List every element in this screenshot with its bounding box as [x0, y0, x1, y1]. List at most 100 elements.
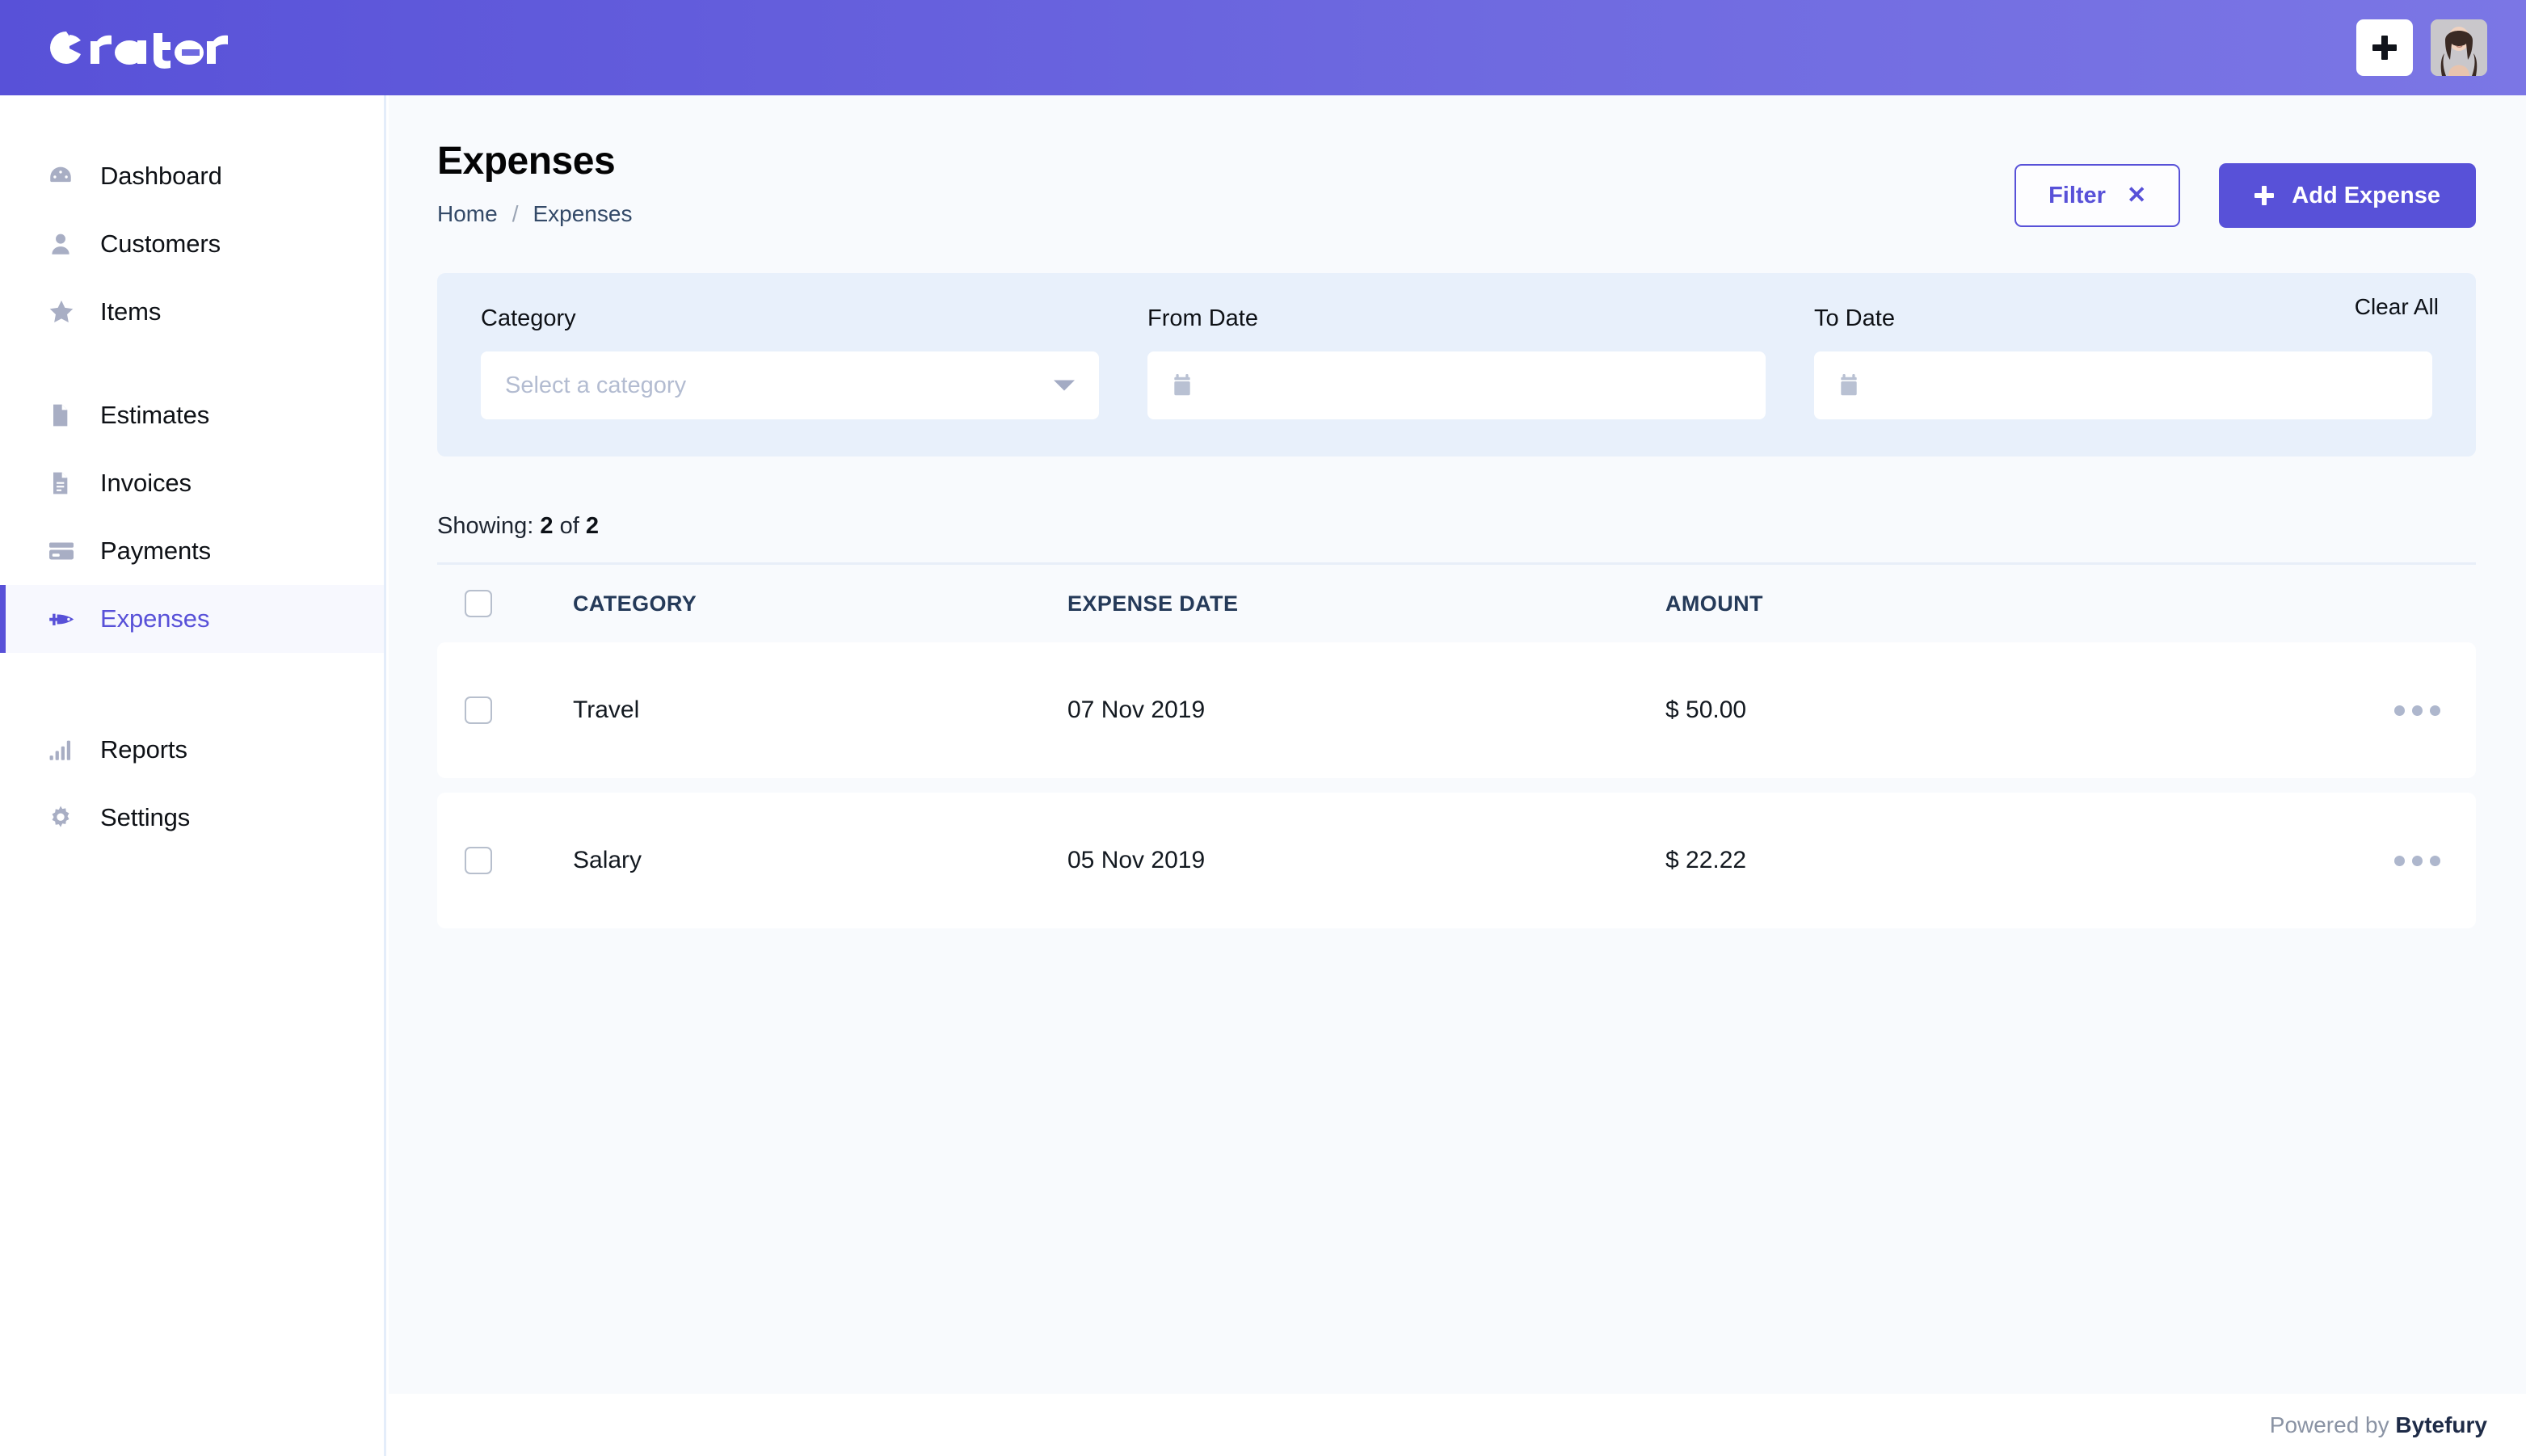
credit-card-icon: [47, 537, 82, 566]
row-more-options-icon[interactable]: [2386, 848, 2448, 874]
sidebar-item-invoices[interactable]: Invoices: [0, 449, 384, 517]
select-all-cell: [465, 590, 573, 617]
page-title: Expenses: [437, 140, 616, 183]
plus-icon: [2372, 36, 2397, 60]
showing-count: 2: [540, 513, 554, 539]
topbar-actions: [2356, 19, 2487, 76]
sidebar-item-label: Customers: [100, 229, 221, 258]
page-footer: Powered by Bytefury: [389, 1394, 2526, 1456]
row-amount: $ 50.00: [1665, 696, 1747, 723]
showing-prefix: Showing:: [437, 513, 534, 539]
breadcrumb-current: Expenses: [533, 200, 633, 226]
rocket-icon: [47, 604, 82, 634]
dashboard-icon: [47, 162, 82, 190]
row-amount: $ 22.22: [1665, 847, 1747, 873]
column-header-expense-date[interactable]: EXPENSE DATE: [1067, 591, 1665, 616]
sidebar-item-customers[interactable]: Customers: [0, 210, 384, 278]
sidebar-item-label: Expenses: [100, 604, 210, 633]
sidebar-item-label: Payments: [100, 537, 212, 565]
sidebar-group-billing: Estimates Invoices Payments Expenses: [0, 381, 384, 653]
filter-panel: Clear All Category Select a category Fro…: [437, 273, 2476, 457]
table-row[interactable]: Salary 05 Nov 2019 $ 22.22: [437, 793, 2476, 928]
category-select[interactable]: Select a category: [481, 351, 1099, 419]
select-all-checkbox[interactable]: [465, 590, 492, 617]
filter-field-category: Category Select a category: [481, 305, 1099, 419]
sidebar-item-label: Invoices: [100, 469, 192, 497]
sidebar-item-payments[interactable]: Payments: [0, 517, 384, 585]
footer-company[interactable]: Bytefury: [2395, 1412, 2487, 1437]
filter-button[interactable]: Filter ✕: [2014, 164, 2181, 227]
row-select-cell: [465, 847, 573, 874]
row-actions-cell: [2343, 697, 2448, 724]
plus-icon: [2254, 186, 2275, 205]
row-expense-date: 05 Nov 2019: [1067, 847, 1206, 873]
row-more-options-icon[interactable]: [2386, 697, 2448, 724]
breadcrumb-home[interactable]: Home: [437, 201, 498, 227]
from-date-label: From Date: [1147, 305, 1258, 331]
row-select-cell: [465, 696, 573, 724]
footer-powered-by: Powered by: [2269, 1412, 2396, 1437]
showing-count-text: Showing: 2 of 2: [437, 513, 2476, 565]
user-icon: [47, 230, 82, 258]
filter-field-from-date: From Date: [1147, 305, 1766, 419]
to-date-input[interactable]: [1814, 351, 2432, 419]
table-header-row: CATEGORY EXPENSE DATE AMOUNT: [437, 565, 2476, 642]
filter-button-label: Filter: [2048, 182, 2106, 208]
avatar[interactable]: [2431, 19, 2487, 76]
row-actions-cell: [2343, 848, 2448, 874]
calendar-icon: [1172, 374, 1193, 397]
sidebar-item-settings[interactable]: Settings: [0, 784, 384, 852]
sidebar-item-expenses[interactable]: Expenses: [0, 585, 384, 653]
sidebar-group-system: Reports Settings: [0, 716, 384, 852]
table-row[interactable]: Travel 07 Nov 2019 $ 50.00: [437, 642, 2476, 778]
sidebar-item-label: Dashboard: [100, 162, 222, 190]
clear-all-button[interactable]: Clear All: [2355, 294, 2439, 320]
page-header-left: Expenses Home / Expenses: [437, 140, 632, 227]
add-expense-label: Add Expense: [2292, 182, 2440, 208]
sidebar: Dashboard Customers Items Estimates Invo…: [0, 95, 386, 1456]
quick-add-button[interactable]: [2356, 19, 2413, 76]
sidebar-item-reports[interactable]: Reports: [0, 716, 384, 784]
row-category: Travel: [573, 696, 640, 723]
footer-credit: Powered by Bytefury: [2270, 1412, 2487, 1438]
sidebar-divider-2: [0, 653, 384, 716]
gear-icon: [47, 804, 82, 831]
sidebar-item-items[interactable]: Items: [0, 278, 384, 346]
top-header-bar: [0, 0, 2526, 95]
category-placeholder: Select a category: [505, 372, 687, 398]
chevron-down-icon: [1054, 380, 1075, 391]
document-icon: [47, 402, 82, 428]
bar-chart-icon: [47, 736, 82, 764]
page-header: Expenses Home / Expenses Filter ✕ Add Ex…: [389, 95, 2526, 228]
row-checkbox[interactable]: [465, 847, 492, 874]
avatar-image: [2431, 19, 2487, 76]
breadcrumb-separator: /: [512, 200, 519, 226]
breadcrumb: Home / Expenses: [437, 201, 632, 227]
row-checkbox[interactable]: [465, 696, 492, 724]
main-content: Expenses Home / Expenses Filter ✕ Add Ex…: [389, 95, 2526, 1394]
filter-field-to-date: To Date: [1814, 305, 2432, 419]
category-label: Category: [481, 305, 576, 331]
sidebar-item-label: Reports: [100, 735, 187, 764]
from-date-input[interactable]: [1147, 351, 1766, 419]
sidebar-divider-1: [0, 346, 384, 381]
column-header-category[interactable]: CATEGORY: [573, 591, 1067, 616]
add-expense-button[interactable]: Add Expense: [2219, 163, 2476, 228]
row-category: Salary: [573, 847, 642, 873]
to-date-label: To Date: [1814, 305, 1895, 331]
page-header-actions: Filter ✕ Add Expense: [2014, 163, 2476, 228]
crater-logo[interactable]: [45, 20, 231, 75]
sidebar-item-estimates[interactable]: Estimates: [0, 381, 384, 449]
column-header-amount[interactable]: AMOUNT: [1665, 591, 2343, 616]
close-icon: ✕: [2126, 182, 2147, 208]
sidebar-group-primary: Dashboard Customers Items: [0, 142, 384, 346]
showing-of: of: [559, 513, 579, 539]
sidebar-item-label: Settings: [100, 803, 191, 831]
showing-total: 2: [585, 513, 599, 539]
calendar-icon: [1838, 374, 1859, 397]
star-icon: [47, 297, 82, 326]
sidebar-item-dashboard[interactable]: Dashboard: [0, 142, 384, 210]
sidebar-item-label: Estimates: [100, 401, 210, 429]
row-expense-date: 07 Nov 2019: [1067, 696, 1206, 723]
invoice-icon: [47, 470, 82, 496]
